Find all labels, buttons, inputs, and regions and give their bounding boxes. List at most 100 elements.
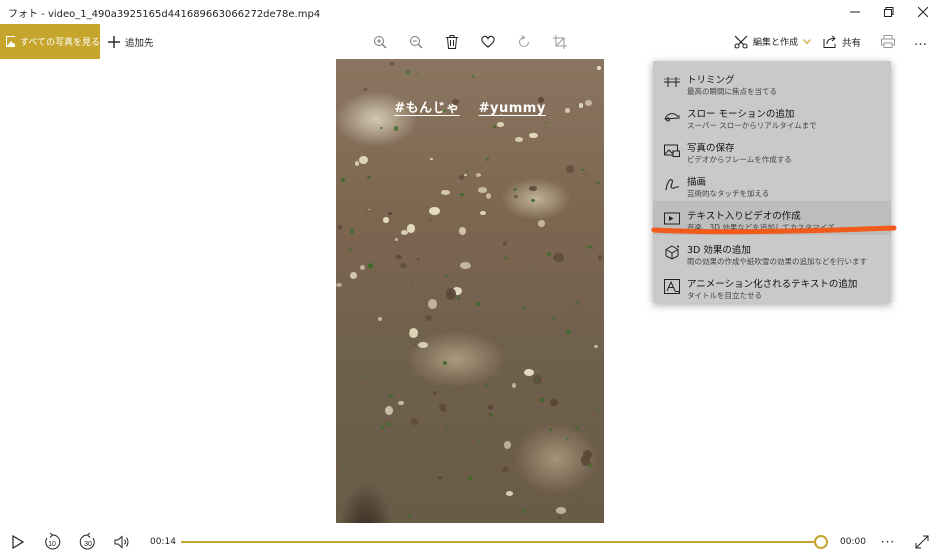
food-texture-speck	[408, 328, 419, 338]
food-texture-speck	[511, 383, 517, 389]
add-to-label: 追加先	[125, 37, 154, 49]
food-texture-speck	[349, 271, 358, 279]
food-texture-speck	[348, 248, 352, 251]
food-texture-speck	[395, 254, 402, 260]
menu-item-animated-text[interactable]: アニメーション化されるテキストの追加 タイトルを目立たせる	[653, 269, 891, 303]
video-frame[interactable]: #もんじゃ #yummy	[336, 59, 604, 523]
food-texture-speck	[401, 230, 408, 236]
share-label: 共有	[842, 37, 862, 49]
see-all-photos-label: すべての写真を見る	[19, 38, 100, 48]
food-texture-speck	[488, 413, 492, 415]
zoom-out-icon	[410, 35, 423, 48]
food-texture-speck	[360, 264, 366, 270]
menu-item-draw[interactable]: 描画 芸術的なタッチを加える	[653, 167, 891, 201]
food-texture-speck	[487, 404, 494, 410]
menu-item-title: 描画	[687, 177, 707, 188]
menu-item-save-photo[interactable]: 写真の保存 ビデオからフレームを作成する	[653, 133, 891, 167]
more-options-button[interactable]: …	[908, 29, 934, 53]
fullscreen-icon	[915, 535, 929, 549]
menu-item-title: 3D 効果の追加	[687, 245, 751, 256]
food-texture-speck	[531, 199, 536, 203]
minimize-button[interactable]	[838, 0, 872, 24]
plus-icon	[108, 35, 120, 48]
menu-item-subtitle: 芸術的なタッチを加える	[687, 189, 770, 198]
food-texture-speck	[387, 211, 392, 215]
crop-button[interactable]	[548, 30, 572, 54]
skip-back-button[interactable]: 10	[40, 530, 64, 554]
current-time: 00:14	[150, 537, 176, 547]
food-texture-speck	[393, 126, 398, 131]
food-texture-speck	[390, 62, 394, 65]
close-button[interactable]	[906, 0, 940, 24]
volume-button[interactable]	[110, 530, 134, 554]
food-texture-speck	[407, 330, 411, 333]
food-texture-speck	[503, 440, 511, 449]
food-texture-speck	[379, 127, 383, 130]
food-texture-speck	[583, 172, 586, 174]
window-title: フォト - video_1_490a3925165d44168966306627…	[8, 8, 321, 20]
rotate-icon	[519, 34, 529, 47]
skip-forward-button[interactable]: 30	[76, 530, 100, 554]
menu-item-subtitle: ビデオからフレームを作成する	[687, 155, 792, 164]
food-texture-speck	[477, 187, 488, 194]
more-options-label: …	[914, 33, 928, 49]
food-texture-speck	[430, 157, 433, 160]
delete-button[interactable]	[440, 30, 464, 54]
food-texture-speck	[466, 169, 469, 172]
food-texture-speck	[595, 408, 599, 412]
food-texture-speck	[358, 155, 368, 164]
rotate-button[interactable]	[512, 30, 536, 54]
title-bar: フォト - video_1_490a3925165d44168966306627…	[0, 0, 940, 24]
food-texture-speck	[424, 314, 433, 321]
food-texture-speck	[503, 241, 508, 246]
food-texture-speck	[595, 180, 600, 186]
playback-more-button[interactable]: ···	[876, 530, 900, 554]
food-texture-speck	[513, 188, 517, 192]
menu-item-subtitle: 最高の瞬間に焦点を当てる	[687, 87, 777, 96]
food-texture-speck	[578, 103, 584, 108]
food-texture-speck	[486, 193, 492, 199]
food-texture-speck	[429, 206, 440, 215]
food-texture-speck	[458, 174, 464, 181]
favorite-button[interactable]	[476, 30, 500, 54]
play-button[interactable]	[6, 530, 30, 554]
menu-item-title: アニメーション化されるテキストの追加	[687, 279, 858, 290]
photo-gallery-icon	[6, 36, 15, 47]
trim-icon	[663, 74, 681, 90]
seek-bar-thumb[interactable]	[814, 535, 828, 549]
zoom-out-button[interactable]	[404, 30, 428, 54]
edit-create-button[interactable]: 編集と作成	[734, 24, 811, 59]
food-texture-speck	[493, 124, 497, 129]
food-texture-speck	[437, 475, 443, 479]
maximize-button[interactable]	[872, 0, 906, 24]
food-texture-speck	[531, 268, 534, 271]
food-texture-speck	[383, 217, 389, 224]
food-texture-speck	[549, 427, 552, 431]
seek-bar-track[interactable]	[181, 541, 821, 543]
food-texture-speck	[455, 398, 458, 401]
food-texture-speck	[367, 263, 373, 270]
see-all-photos-button[interactable]: すべての写真を見る	[0, 24, 100, 59]
share-button[interactable]: 共有	[823, 24, 861, 59]
remaining-time: 00:00	[840, 537, 866, 547]
zoom-in-button[interactable]	[368, 30, 392, 54]
food-texture-speck	[505, 256, 508, 259]
print-button[interactable]	[876, 29, 900, 53]
photos-app-window: フォト - video_1_490a3925165d44168966306627…	[0, 0, 940, 560]
fullscreen-button[interactable]	[910, 530, 934, 554]
food-texture-speck	[389, 393, 394, 399]
heart-icon	[481, 35, 495, 48]
menu-item-3d-effects[interactable]: 3D 効果の追加 雨の効果の作成や紙吹雪の効果の追加などを行います	[653, 235, 891, 269]
food-texture-speck	[523, 368, 534, 376]
menu-item-trim[interactable]: トリミング 最高の瞬間に焦点を当てる	[653, 65, 891, 99]
food-texture-speck	[513, 195, 518, 198]
food-texture-speck	[412, 343, 416, 347]
food-texture-speck	[394, 238, 398, 241]
add-to-button[interactable]: 追加先	[108, 24, 154, 59]
menu-item-video-with-text[interactable]: テキスト入りビデオの作成 音楽、3D 効果などを追加してカスタマイズ	[653, 201, 891, 235]
food-texture-speck	[582, 450, 593, 460]
food-texture-speck	[551, 317, 556, 322]
food-texture-speck	[416, 257, 420, 260]
food-texture-speck	[565, 360, 568, 363]
menu-item-slow-motion[interactable]: スロー モーションの追加 スーパー スローからリアルタイムまで	[653, 99, 891, 133]
